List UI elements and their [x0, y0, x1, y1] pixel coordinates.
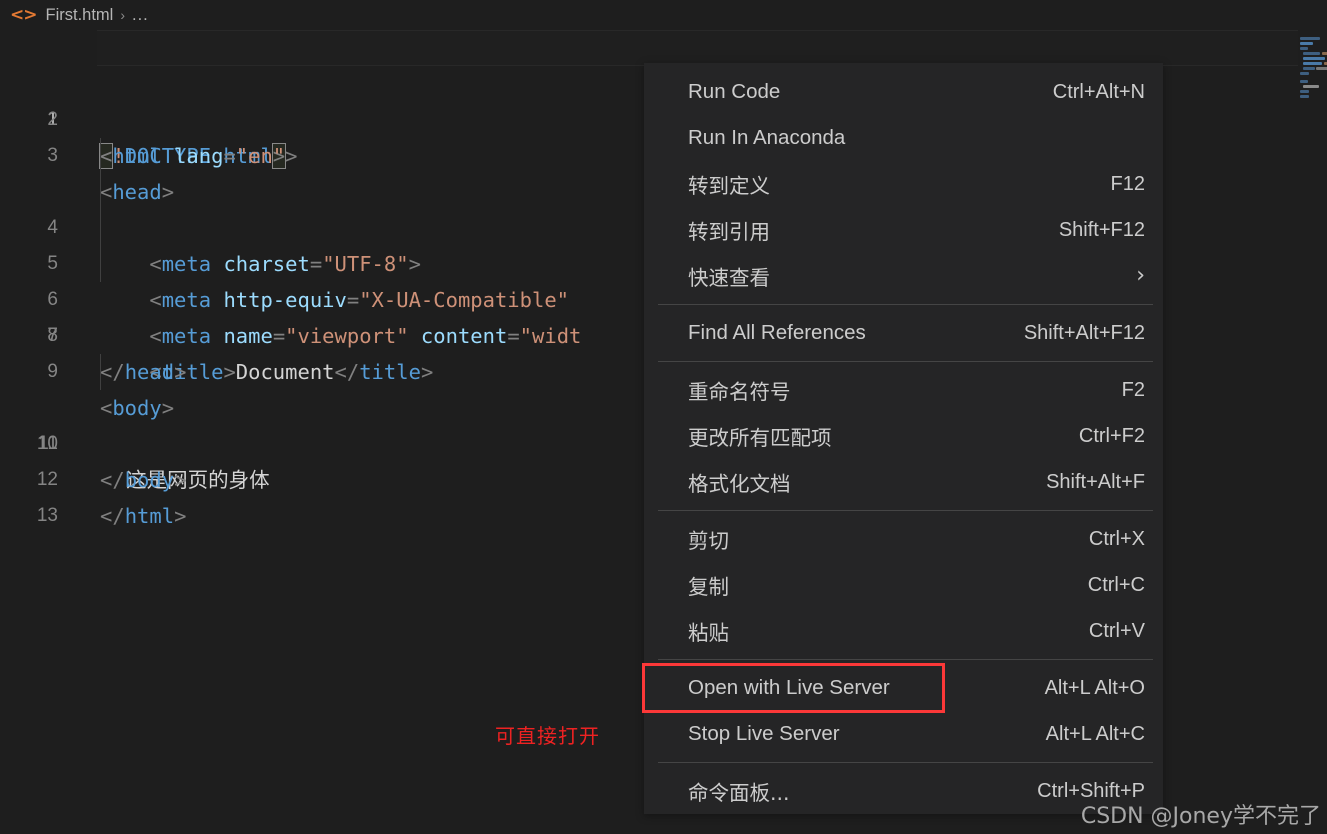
menu-item-label: Open with Live Server — [688, 676, 890, 699]
menu-item-label: 粘贴 — [688, 621, 729, 645]
menu-item-shortcut: Ctrl+C — [1087, 573, 1145, 596]
indent-guide — [100, 354, 101, 390]
menu-item[interactable]: 格式化文档 Shift+Alt+F — [644, 459, 1163, 505]
current-line-highlight — [97, 30, 1298, 66]
menu-item[interactable]: 转到引用 Shift+F12 — [644, 207, 1163, 253]
watermark: CSDN @Joney学不完了 — [1080, 804, 1321, 829]
context-menu-items: Run Code Ctrl+Alt+N Run In Anaconda 转到定义 F12… — [644, 69, 1163, 814]
menu-item-shortcut: F2 — [1121, 378, 1145, 401]
menu-item[interactable]: Stop Live Server Alt+L Alt+C — [644, 711, 1163, 757]
menu-item[interactable]: 粘贴 Ctrl+V — [644, 608, 1163, 654]
breadcrumb-overflow[interactable]: ... — [132, 6, 149, 25]
menu-item-shortcut: Ctrl+X — [1088, 527, 1145, 550]
minimap[interactable] — [1298, 30, 1327, 834]
menu-item-label: 更改所有匹配项 — [688, 426, 832, 450]
menu-separator — [658, 762, 1153, 763]
menu-item[interactable]: Run In Anaconda — [644, 115, 1163, 161]
breadcrumb: <> First.html › ... — [0, 0, 1327, 30]
menu-item[interactable]: 更改所有匹配项 Ctrl+F2 — [644, 413, 1163, 459]
menu-item-label: Run Code — [688, 80, 781, 103]
line-content: </html> — [100, 504, 187, 528]
chevron-right-icon: › — [1136, 263, 1145, 288]
indent-guide — [100, 174, 101, 210]
menu-item-label: Find All References — [688, 321, 866, 344]
menu-item-shortcut: F12 — [1110, 172, 1145, 195]
indent-guide — [100, 210, 101, 246]
breadcrumb-file-name[interactable]: First.html — [46, 6, 114, 25]
menu-item[interactable]: Open with Live Server Alt+L Alt+O — [644, 665, 1163, 711]
menu-item[interactable]: 快速查看 › — [644, 253, 1163, 299]
menu-item-shortcut: Ctrl+Alt+N — [1052, 80, 1145, 103]
menu-item[interactable]: Find All References Shift+Alt+F12 — [644, 310, 1163, 356]
html-file-icon: <> — [10, 5, 37, 25]
menu-separator — [658, 659, 1153, 660]
menu-item-shortcut: Shift+Alt+F12 — [1023, 321, 1145, 344]
menu-item-label: 格式化文档 — [688, 472, 791, 496]
menu-item-label: Run In Anaconda — [688, 126, 846, 149]
menu-item-label: Stop Live Server — [688, 722, 840, 745]
menu-item-label: 快速查看 — [688, 266, 770, 290]
indent-guide — [100, 246, 101, 282]
menu-item-shortcut: Alt+L Alt+O — [1044, 676, 1145, 699]
menu-item[interactable]: 剪切 Ctrl+X — [644, 516, 1163, 562]
context-menu[interactable]: Run Code Ctrl+Alt+N Run In Anaconda 转到定义 F12… — [644, 63, 1163, 814]
menu-separator — [658, 304, 1153, 305]
menu-item[interactable]: Run Code Ctrl+Alt+N — [644, 69, 1163, 115]
menu-item-label: 剪切 — [688, 529, 729, 553]
menu-separator — [658, 510, 1153, 511]
breadcrumb-separator-icon: › — [120, 7, 126, 23]
menu-item-shortcut: Alt+L Alt+C — [1045, 722, 1145, 745]
menu-item[interactable]: 复制 Ctrl+C — [644, 562, 1163, 608]
vscode-window: <> First.html › ... 1 <!DOCTYPE html> 2 … — [0, 0, 1327, 834]
menu-item-label: 命令面板... — [688, 781, 790, 805]
menu-item-label: 转到定义 — [688, 174, 770, 198]
menu-item-shortcut: Shift+Alt+F — [1046, 470, 1145, 493]
menu-item-shortcut: Shift+F12 — [1058, 218, 1145, 241]
line-number: 13 — [36, 505, 58, 526]
menu-item-shortcut: Ctrl+F2 — [1078, 424, 1145, 447]
menu-item-shortcut: Ctrl+V — [1088, 619, 1145, 642]
menu-item[interactable]: 重命名符号 F2 — [644, 367, 1163, 413]
code-line[interactable]: 1 <!DOCTYPE html> — [0, 30, 1300, 169]
indent-guide — [100, 138, 101, 174]
annotation-text: 可直接打开 — [495, 724, 600, 748]
menu-item[interactable]: 转到定义 F12 — [644, 161, 1163, 207]
menu-item-label: 复制 — [688, 575, 729, 599]
menu-item-label: 转到引用 — [688, 220, 770, 244]
menu-item-label: 重命名符号 — [688, 380, 791, 404]
menu-separator — [658, 361, 1153, 362]
